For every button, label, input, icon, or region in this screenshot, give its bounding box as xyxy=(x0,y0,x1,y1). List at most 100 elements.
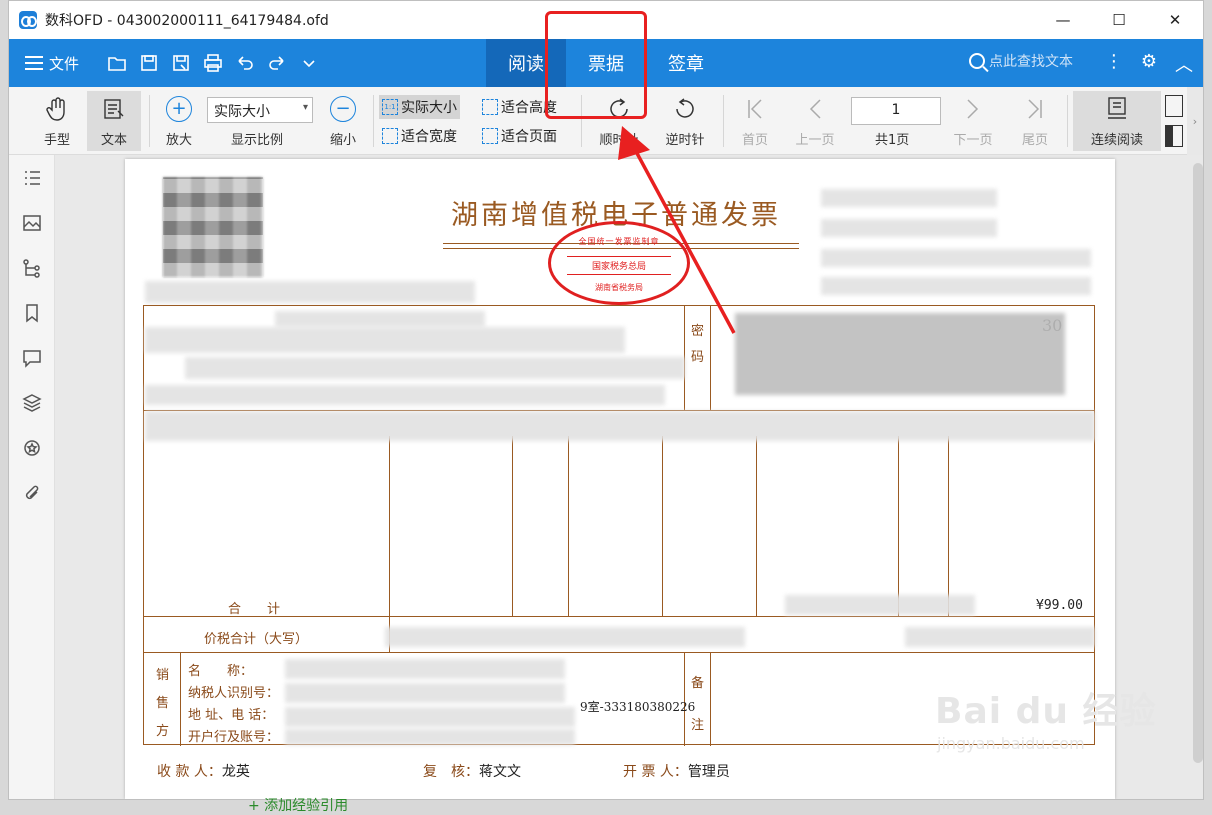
chevron-right-icon xyxy=(959,95,987,123)
seller-side-label: 方 xyxy=(156,724,170,739)
vertical-scrollbar[interactable] xyxy=(1193,163,1203,763)
continuous-reading-button[interactable]: 连续阅读 xyxy=(1073,91,1161,151)
remark-label: 备 xyxy=(691,676,705,691)
ribbon-separator xyxy=(149,95,150,147)
search-box[interactable]: 点此查找文本 xyxy=(969,51,1073,71)
seller-side-label: 售 xyxy=(156,696,170,711)
ribbon-scroll-right-icon[interactable]: › xyxy=(1187,87,1203,155)
seller-taxid-redacted xyxy=(285,683,565,703)
continuous-reading-label: 连续阅读 xyxy=(1090,133,1143,148)
table-line xyxy=(180,652,181,746)
seller-bank-redacted xyxy=(285,729,575,745)
zoom-ratio-select[interactable]: 实际大小 xyxy=(207,97,313,123)
print-icon[interactable] xyxy=(201,51,225,75)
bookmark-icon[interactable] xyxy=(9,290,55,335)
window-controls: — ☐ ✕ xyxy=(1035,1,1203,39)
more-options-icon[interactable]: ⋮ xyxy=(1105,51,1123,77)
window-title: 数科OFD - 043002000111_64179484.ofd xyxy=(45,13,329,29)
gear-icon[interactable]: ⚙ xyxy=(1141,51,1157,77)
two-page-view-icon[interactable] xyxy=(1165,125,1183,147)
actual-size-button[interactable]: 1:1 实际大小 xyxy=(379,95,460,119)
maximize-button[interactable]: ☐ xyxy=(1091,1,1147,39)
customize-dropdown-icon[interactable] xyxy=(297,51,321,75)
prev-page-button[interactable]: 上一页 xyxy=(787,87,843,148)
zoom-in-icon: + xyxy=(165,95,193,123)
table-line xyxy=(948,436,949,616)
text-tool-button[interactable]: 文本 xyxy=(87,91,141,151)
highlight-box-invoice-tab xyxy=(545,11,647,119)
ribbon-separator xyxy=(1067,95,1068,147)
outline-list-icon[interactable] xyxy=(9,155,55,200)
actual-size-label: 实际大小 xyxy=(401,100,457,116)
last-page-label: 尾页 xyxy=(1021,133,1048,148)
zoom-in-button[interactable]: + 放大 xyxy=(155,87,203,148)
close-button[interactable]: ✕ xyxy=(1147,1,1203,39)
qr-code-overlay xyxy=(163,177,263,277)
seller-address-redacted xyxy=(285,707,575,727)
hand-tool-button[interactable]: 手型 xyxy=(29,87,85,148)
seal-icon[interactable] xyxy=(9,425,55,470)
fit-page-icon xyxy=(482,128,498,144)
buyer-info-redacted xyxy=(145,327,625,353)
total-label: 合 计 xyxy=(228,602,281,617)
page-number-input[interactable]: 1 xyxy=(851,97,941,125)
payee-value: 龙英 xyxy=(221,764,250,780)
search-icon xyxy=(969,53,985,69)
rotate-counterclockwise-label: 逆时针 xyxy=(665,133,705,148)
save-icon[interactable] xyxy=(137,51,161,75)
next-page-button[interactable]: 下一页 xyxy=(945,87,1001,148)
attachment-icon[interactable] xyxy=(9,470,55,515)
tab-signature[interactable]: 签章 xyxy=(646,39,726,87)
save-as-icon[interactable] xyxy=(169,51,193,75)
issuer-label: 开 票 人： xyxy=(623,764,688,780)
layers-icon[interactable] xyxy=(9,380,55,425)
table-line xyxy=(710,306,711,410)
minimize-button[interactable]: — xyxy=(1035,1,1091,39)
seal-bottom-text: 湖南省税务局 xyxy=(595,283,643,292)
structure-tree-icon[interactable] xyxy=(9,245,55,290)
fit-width-label: 适合宽度 xyxy=(401,129,457,145)
fit-width-icon xyxy=(382,128,398,144)
buyer-bank-redacted xyxy=(145,385,665,405)
seller-bank-label: 开户行及账号： xyxy=(188,730,280,745)
next-page-label: 下一页 xyxy=(953,133,993,148)
thumbnail-image-icon[interactable] xyxy=(9,200,55,245)
last-page-button[interactable]: 尾页 xyxy=(1011,87,1059,148)
last-page-icon xyxy=(1021,95,1049,123)
first-page-icon xyxy=(741,95,769,123)
fit-page-button[interactable]: 适合页面 xyxy=(479,124,560,148)
payee-field: 收 款 人：龙英 xyxy=(157,761,250,781)
invoice-number-redacted xyxy=(821,219,997,237)
table-line xyxy=(512,436,513,616)
text-tool-label: 文本 xyxy=(100,133,127,148)
amount-figures-redacted xyxy=(905,627,1095,647)
zoom-out-button[interactable]: − 缩小 xyxy=(319,87,367,148)
watermark-sub-text: jingyan.baidu.com xyxy=(937,734,1085,753)
file-menu-button[interactable]: 文件 xyxy=(25,53,79,74)
issuer-value: 管理员 xyxy=(687,764,730,780)
amount-in-words-label: 价税合计（大写） xyxy=(204,632,309,647)
item-header-redacted xyxy=(145,411,1095,441)
seller-name-redacted xyxy=(285,659,565,679)
table-line xyxy=(144,616,1094,617)
table-line xyxy=(756,436,757,616)
seller-side-label: 销 xyxy=(156,668,170,683)
chevron-left-icon xyxy=(801,95,829,123)
password-area-redacted xyxy=(735,313,1065,395)
first-page-button[interactable]: 首页 xyxy=(731,87,779,148)
undo-icon[interactable] xyxy=(233,51,257,75)
rotate-counterclockwise-button[interactable]: 逆时针 xyxy=(655,87,715,148)
search-placeholder: 点此查找文本 xyxy=(989,54,1073,70)
comment-icon[interactable] xyxy=(9,335,55,380)
collapse-ribbon-icon[interactable]: ︿ xyxy=(1175,51,1193,77)
left-sidebar xyxy=(9,155,55,799)
redo-icon[interactable] xyxy=(265,51,289,75)
fit-page-label: 适合页面 xyxy=(501,129,557,145)
total-amount: ¥99.00 xyxy=(1036,598,1083,613)
ofd-reader-window: 数科OFD - 043002000111_64179484.ofd — ☐ ✕ … xyxy=(8,0,1204,800)
app-logo-icon xyxy=(19,11,37,29)
open-folder-icon[interactable] xyxy=(105,51,129,75)
single-page-view-icon[interactable] xyxy=(1165,95,1183,117)
seller-address-label: 地 址、电 话： xyxy=(188,708,275,723)
fit-width-button[interactable]: 适合宽度 xyxy=(379,124,460,148)
